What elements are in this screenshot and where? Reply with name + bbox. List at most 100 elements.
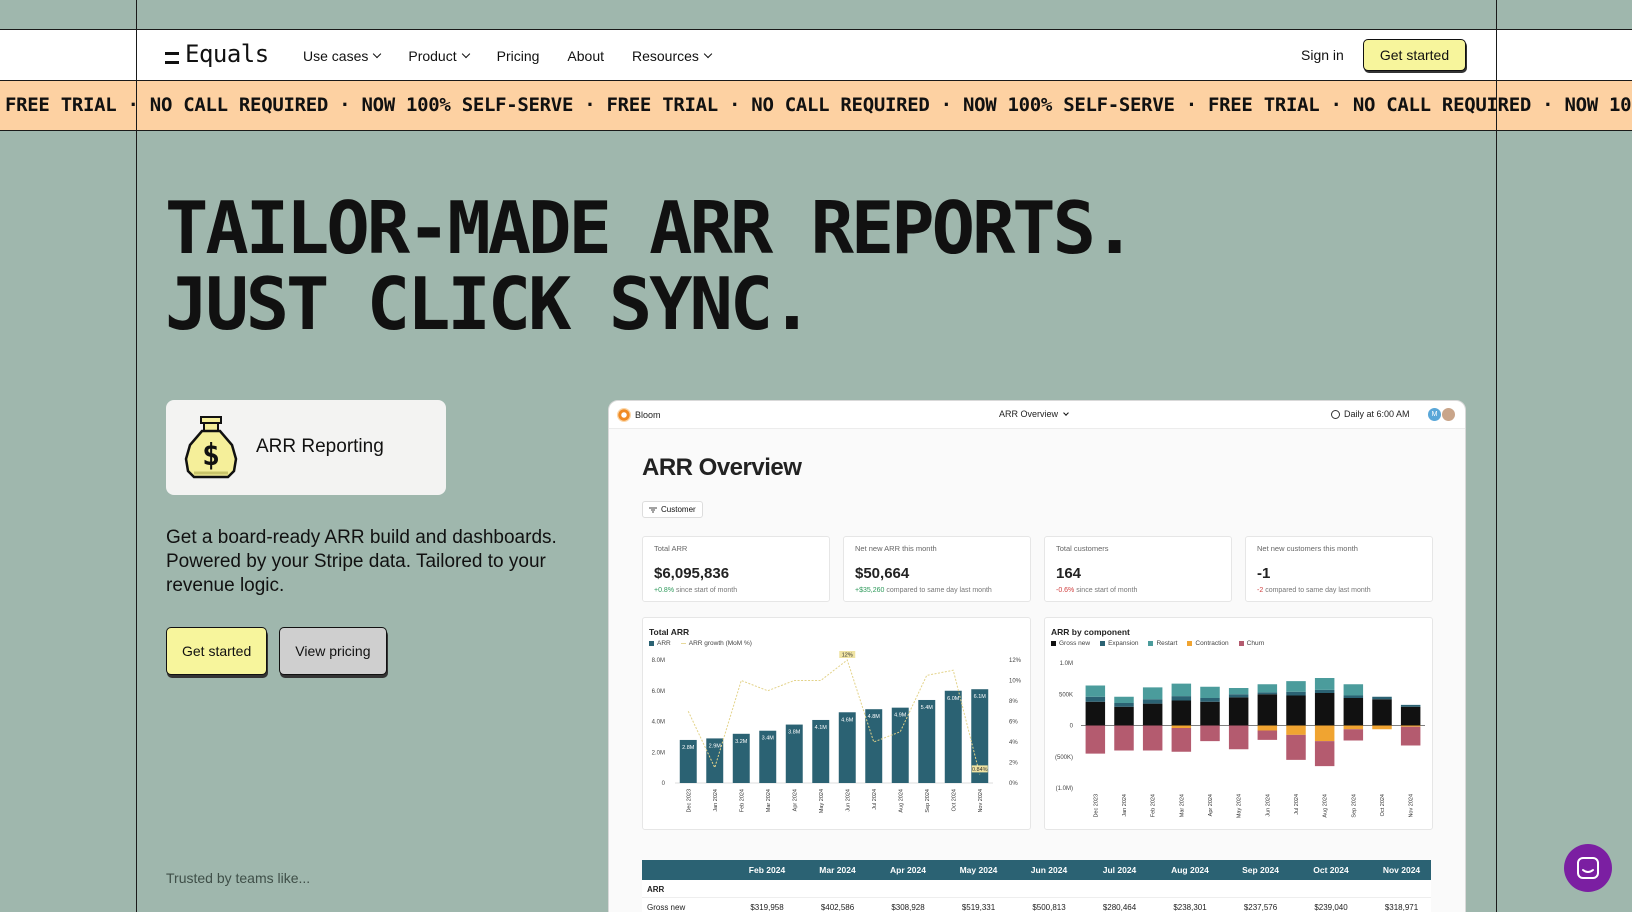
bar bbox=[944, 690, 962, 783]
stack-segment bbox=[1085, 701, 1106, 726]
stack-segment bbox=[1171, 728, 1192, 752]
kpi-card: Net new ARR this month $50,664 +$35,260 … bbox=[843, 536, 1031, 602]
chevron-down-icon bbox=[373, 49, 382, 59]
frame-line-left bbox=[136, 0, 137, 912]
chevron-down-icon bbox=[1063, 409, 1069, 416]
y2-tick-label: 8% bbox=[1009, 699, 1018, 705]
ticker-text: FREE TRIAL · NO CALL REQUIRED · NOW 100%… bbox=[5, 94, 1632, 116]
x-tick-label: Feb 2024 bbox=[1151, 794, 1157, 817]
stack-segment bbox=[1343, 684, 1364, 696]
workspace-name: Bloom bbox=[635, 410, 661, 420]
table-row-label: Gross new bbox=[647, 903, 686, 912]
kpi-sub: -0.6% since start of month bbox=[1056, 587, 1137, 594]
legend-item: Gross new bbox=[1051, 640, 1090, 647]
sync-schedule: Daily at 6:00 AM bbox=[1331, 409, 1410, 419]
x-tick-label: Feb 2024 bbox=[739, 789, 745, 812]
stack-segment bbox=[1142, 703, 1163, 726]
y-tick-label: 2.0M bbox=[652, 750, 665, 756]
table-cell: $280,464 bbox=[1102, 903, 1137, 912]
bar-label: 2.8M bbox=[682, 745, 695, 751]
stack-segment bbox=[1286, 734, 1306, 760]
bar bbox=[865, 709, 883, 783]
bar bbox=[891, 707, 909, 783]
nav-resources[interactable]: Resources bbox=[632, 47, 713, 64]
legend-swatch bbox=[1187, 641, 1193, 646]
legend-item: ARR bbox=[649, 640, 671, 647]
x-tick-label: Jan 2024 bbox=[1122, 794, 1128, 817]
logo-text: Equals bbox=[185, 40, 269, 68]
nav-pricing[interactable]: Pricing bbox=[497, 48, 540, 64]
y2-tick-label: 6% bbox=[1009, 720, 1018, 726]
clock-icon bbox=[1331, 409, 1340, 419]
kpi-sub: +0.8% since start of month bbox=[654, 587, 737, 594]
table-column-header: Nov 2024 bbox=[1382, 865, 1421, 875]
logo[interactable]: Equals bbox=[165, 40, 269, 68]
table-column-header: Feb 2024 bbox=[748, 865, 786, 875]
y-tick-label: 0 bbox=[1070, 724, 1074, 730]
nav-links: Use cases Product Pricing About Resource… bbox=[303, 30, 713, 81]
stack-segment bbox=[1343, 695, 1364, 698]
kpi-card: Net new customers this month -1 -2 compa… bbox=[1245, 536, 1433, 602]
nav-about[interactable]: About bbox=[567, 48, 604, 64]
bar-label: 3.2M bbox=[735, 739, 748, 745]
stack-segment bbox=[1286, 691, 1306, 696]
stack-segment bbox=[1286, 695, 1306, 726]
hero-title-line-2: JUST CLICK SYNC. bbox=[165, 262, 814, 346]
hero-get-started-button[interactable]: Get started bbox=[166, 627, 268, 675]
legend-label: ARR growth (MoM %) bbox=[688, 640, 752, 647]
table-header: Feb 2024 Mar 2024 Apr 2024 May 2024 Jun 2024… bbox=[642, 860, 1431, 880]
arr-by-component-chart: 1.0M 500K 0 (500K) (1.0M) Dec 2023 Jan 2024 Feb… bbox=[1044, 617, 1433, 830]
legend-swatch bbox=[649, 641, 654, 646]
stack-segment bbox=[1142, 725, 1163, 751]
bar bbox=[918, 699, 936, 783]
dashboard-preview: Bloom ARR Overview Daily at 6:00 AM M AR… bbox=[608, 400, 1466, 912]
x-tick-label: Dec 2023 bbox=[1093, 794, 1099, 818]
nav-get-started-button[interactable]: Get started bbox=[1363, 39, 1466, 71]
x-tick-label: Dec 2023 bbox=[686, 789, 692, 813]
stack-segment bbox=[1085, 685, 1106, 697]
y-tick-label: (1.0M) bbox=[1056, 786, 1073, 792]
table-section-row: ARR bbox=[642, 880, 1431, 898]
table-column-header: Jun 2024 bbox=[1030, 865, 1068, 875]
stack-segment bbox=[1200, 686, 1220, 698]
frame-line-right bbox=[1496, 0, 1497, 912]
filter-icon bbox=[649, 507, 657, 512]
stack-segment bbox=[1228, 697, 1249, 726]
dashboard-tab: ARR Overview bbox=[999, 409, 1069, 419]
money-bag-icon: $ bbox=[184, 416, 238, 479]
nav-use-cases[interactable]: Use cases bbox=[303, 48, 382, 64]
nav-product[interactable]: Product bbox=[408, 48, 470, 64]
chat-launcher-button[interactable] bbox=[1564, 844, 1612, 892]
x-tick-label: Aug 2024 bbox=[1323, 794, 1329, 818]
kpi-delta: +0.8% bbox=[654, 587, 675, 594]
kpi-value: -1 bbox=[1257, 565, 1271, 582]
y-tick-label: 6.0M bbox=[652, 689, 665, 695]
nav-resources-label: Resources bbox=[632, 47, 699, 64]
legend-item: Expansion bbox=[1100, 640, 1138, 647]
table-column-header: Sep 2024 bbox=[1242, 865, 1279, 875]
sign-in-link[interactable]: Sign in bbox=[1301, 47, 1344, 63]
bar-label: 3.4M bbox=[762, 736, 775, 742]
legend-swatch bbox=[1051, 641, 1056, 646]
x-tick-label: May 2024 bbox=[1237, 794, 1243, 818]
legend-swatch bbox=[1100, 641, 1106, 646]
bar-label: 4.1M bbox=[815, 725, 828, 731]
stack-segment bbox=[1286, 725, 1306, 735]
dashboard-header: Bloom ARR Overview Daily at 6:00 AM M bbox=[609, 401, 1465, 429]
table-column-header: Apr 2024 bbox=[890, 865, 926, 875]
y2-tick-label: 0% bbox=[1009, 781, 1018, 787]
legend-item: Restart bbox=[1148, 640, 1177, 647]
svg-text:$: $ bbox=[202, 438, 220, 473]
arr-component-svg: 1.0M 500K 0 (500K) (1.0M) Dec 2023 Jan 2024 Feb… bbox=[1055, 661, 1425, 818]
legend-item: Contraction bbox=[1187, 640, 1229, 647]
stack-segment bbox=[1343, 725, 1364, 730]
table-section-label: ARR bbox=[647, 885, 665, 894]
stack-segment bbox=[1200, 725, 1220, 742]
bar-label: 6.0M bbox=[947, 696, 960, 702]
view-pricing-button[interactable]: View pricing bbox=[279, 627, 387, 675]
stack-segment bbox=[1257, 692, 1278, 695]
feature-card: $ ARR Reporting bbox=[166, 400, 446, 495]
y-tick-label: 500K bbox=[1059, 692, 1073, 698]
stack-segment bbox=[1228, 725, 1249, 750]
x-tick-label: Jan 2024 bbox=[713, 789, 719, 812]
